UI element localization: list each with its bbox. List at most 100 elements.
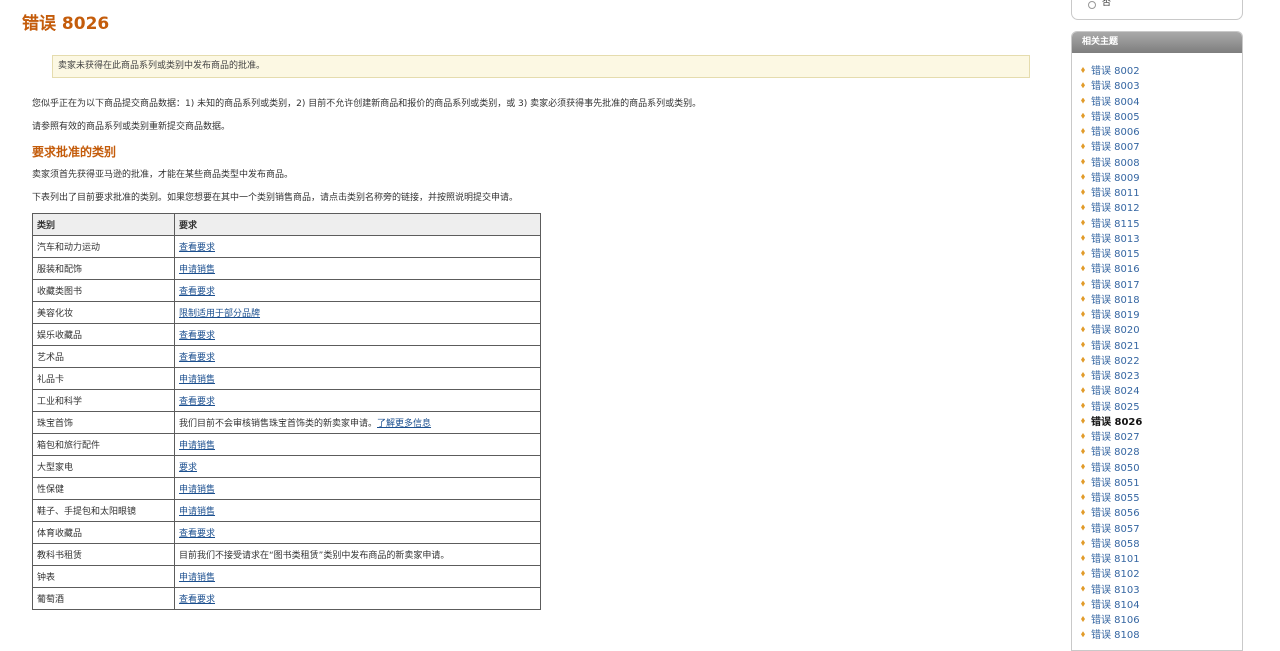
related-topic-item: 错误 8012 bbox=[1081, 201, 1142, 216]
table-header-row: 类别 要求 bbox=[32, 213, 541, 236]
requirement-link[interactable]: 查看要求 bbox=[179, 287, 215, 297]
requirement-link[interactable]: 查看要求 bbox=[179, 397, 215, 407]
bullet-icon bbox=[1081, 356, 1085, 363]
table-row: 工业和科学 查看要求 bbox=[32, 389, 541, 412]
bullet-icon bbox=[1081, 67, 1085, 73]
table-row: 美容化妆 限制适用于部分品牌 bbox=[32, 301, 541, 324]
related-topic-item: 错误 8013 bbox=[1081, 232, 1142, 247]
related-topic-link[interactable]: 错误 8108 bbox=[1091, 630, 1140, 641]
related-topic-link[interactable]: 错误 8004 bbox=[1091, 97, 1140, 108]
related-topic-link[interactable]: 错误 8006 bbox=[1091, 127, 1140, 138]
related-topic-link[interactable]: 错误 8012 bbox=[1091, 203, 1140, 214]
related-topic-link[interactable]: 错误 8055 bbox=[1091, 493, 1140, 504]
related-topic-link[interactable]: 错误 8056 bbox=[1091, 508, 1140, 519]
bullet-icon bbox=[1081, 387, 1085, 394]
bullet-icon bbox=[1081, 616, 1085, 622]
category-cell: 美容化妆 bbox=[32, 301, 175, 324]
table-row: 服装和配饰 申请销售 bbox=[32, 257, 541, 280]
radio-no[interactable] bbox=[1088, 1, 1096, 9]
related-topic-link[interactable]: 错误 8026 bbox=[1091, 417, 1142, 428]
related-topic-link[interactable]: 错误 8050 bbox=[1091, 463, 1140, 474]
bullet-icon bbox=[1081, 433, 1085, 439]
related-topic-link[interactable]: 错误 8103 bbox=[1091, 585, 1140, 596]
related-topic-item: 错误 8102 bbox=[1081, 567, 1142, 582]
column-header-category: 类别 bbox=[32, 213, 175, 236]
requirement-link[interactable]: 申请销售 bbox=[179, 485, 215, 495]
related-topic-item: 错误 8016 bbox=[1081, 262, 1142, 277]
related-topic-item: 错误 8017 bbox=[1081, 278, 1142, 293]
related-topic-link[interactable]: 错误 8101 bbox=[1091, 554, 1140, 565]
radio-no-label: 否 bbox=[1102, 0, 1112, 8]
related-topic-link[interactable]: 错误 8057 bbox=[1091, 524, 1140, 535]
related-topic-item: 错误 8026 bbox=[1081, 415, 1142, 430]
related-topic-link[interactable]: 错误 8016 bbox=[1091, 264, 1140, 275]
section-paragraph-1: 卖家须首先获得亚马逊的批准，才能在某些商品类型中发布商品。 bbox=[32, 170, 294, 180]
bullet-icon bbox=[1081, 600, 1085, 607]
related-topic-item: 错误 8104 bbox=[1081, 598, 1142, 613]
related-topic-link[interactable]: 错误 8015 bbox=[1091, 249, 1140, 260]
related-topic-link[interactable]: 错误 8009 bbox=[1091, 173, 1140, 184]
category-cell: 收藏类图书 bbox=[32, 279, 175, 302]
related-topic-item: 错误 8024 bbox=[1081, 384, 1142, 399]
related-topic-link[interactable]: 错误 8106 bbox=[1091, 615, 1140, 626]
bullet-icon bbox=[1081, 448, 1085, 455]
related-topic-link[interactable]: 错误 8002 bbox=[1091, 66, 1140, 77]
table-body: 汽车和动力运动 查看要求 服装和配饰 申请销售 收藏类图书 查看要求 美容化妆 限制适用于部分… bbox=[32, 235, 541, 610]
feedback-box: 否 bbox=[1071, 0, 1243, 20]
requirement-link[interactable]: 限制适用于部分品牌 bbox=[179, 309, 260, 319]
table-row: 鞋子、手提包和太阳眼镜 申请销售 bbox=[32, 499, 541, 522]
related-topic-link[interactable]: 错误 8058 bbox=[1091, 539, 1140, 550]
related-topic-link[interactable]: 错误 8019 bbox=[1091, 310, 1140, 321]
requirement-link[interactable]: 了解更多信息 bbox=[377, 419, 431, 429]
related-topic-link[interactable]: 错误 8018 bbox=[1091, 295, 1140, 306]
requirement-link[interactable]: 查看要求 bbox=[179, 331, 215, 341]
category-cell: 鞋子、手提包和太阳眼镜 bbox=[32, 499, 175, 522]
related-topic-link[interactable]: 错误 8021 bbox=[1091, 341, 1140, 352]
table-row: 娱乐收藏品 查看要求 bbox=[32, 323, 541, 346]
related-topic-item: 错误 8056 bbox=[1081, 506, 1142, 521]
related-topic-item: 错误 8101 bbox=[1081, 552, 1142, 567]
requirement-link[interactable]: 查看要求 bbox=[179, 243, 215, 253]
related-topic-item: 错误 8025 bbox=[1081, 400, 1142, 415]
related-topic-link[interactable]: 错误 8017 bbox=[1091, 280, 1140, 291]
related-topic-link[interactable]: 错误 8020 bbox=[1091, 325, 1140, 336]
related-topic-link[interactable]: 错误 8024 bbox=[1091, 386, 1140, 397]
related-topic-link[interactable]: 错误 8027 bbox=[1091, 432, 1140, 443]
requirement-link[interactable]: 申请销售 bbox=[179, 375, 215, 385]
related-topic-item: 错误 8011 bbox=[1081, 186, 1142, 201]
related-topic-link[interactable]: 错误 8003 bbox=[1091, 81, 1140, 92]
requirement-link[interactable]: 要求 bbox=[179, 463, 197, 473]
requirement-cell: 我们目前不会审核销售珠宝首饰类的新卖家申请。了解更多信息 bbox=[174, 411, 541, 434]
requirement-link[interactable]: 申请销售 bbox=[179, 441, 215, 451]
related-topic-link[interactable]: 错误 8013 bbox=[1091, 234, 1140, 245]
related-topic-link[interactable]: 错误 8005 bbox=[1091, 112, 1140, 123]
related-topic-link[interactable]: 错误 8008 bbox=[1091, 158, 1140, 169]
related-topic-link[interactable]: 错误 8022 bbox=[1091, 356, 1140, 367]
requirement-link[interactable]: 申请销售 bbox=[179, 265, 215, 275]
table-row: 汽车和动力运动 查看要求 bbox=[32, 235, 541, 258]
related-topic-link[interactable]: 错误 8007 bbox=[1091, 142, 1140, 153]
requirement-link[interactable]: 申请销售 bbox=[179, 573, 215, 583]
related-topic-link[interactable]: 错误 8102 bbox=[1091, 569, 1140, 580]
related-topic-item: 错误 8022 bbox=[1081, 354, 1142, 369]
resubmit-paragraph: 请参照有效的商品系列或类别重新提交商品数据。 bbox=[32, 122, 231, 132]
bullet-icon bbox=[1081, 280, 1085, 287]
requirement-link[interactable]: 查看要求 bbox=[179, 529, 215, 539]
requirement-link[interactable]: 申请销售 bbox=[179, 507, 215, 517]
bullet-icon bbox=[1081, 478, 1085, 485]
bullet-icon bbox=[1081, 204, 1085, 211]
related-topic-link[interactable]: 错误 8023 bbox=[1091, 371, 1140, 382]
requirement-link[interactable]: 查看要求 bbox=[179, 595, 215, 605]
related-topic-item: 错误 8051 bbox=[1081, 476, 1142, 491]
related-topic-link[interactable]: 错误 8011 bbox=[1091, 188, 1140, 199]
related-topic-item: 错误 8003 bbox=[1081, 79, 1142, 94]
related-topic-link[interactable]: 错误 8104 bbox=[1091, 600, 1140, 611]
related-topic-link[interactable]: 错误 8025 bbox=[1091, 402, 1140, 413]
related-topic-item: 错误 8020 bbox=[1081, 323, 1142, 338]
category-cell: 汽车和动力运动 bbox=[32, 235, 175, 258]
related-topic-link[interactable]: 错误 8028 bbox=[1091, 447, 1140, 458]
related-topic-item: 错误 8057 bbox=[1081, 522, 1142, 537]
related-topic-link[interactable]: 错误 8115 bbox=[1091, 219, 1140, 230]
related-topic-link[interactable]: 错误 8051 bbox=[1091, 478, 1140, 489]
requirement-link[interactable]: 查看要求 bbox=[179, 353, 215, 363]
